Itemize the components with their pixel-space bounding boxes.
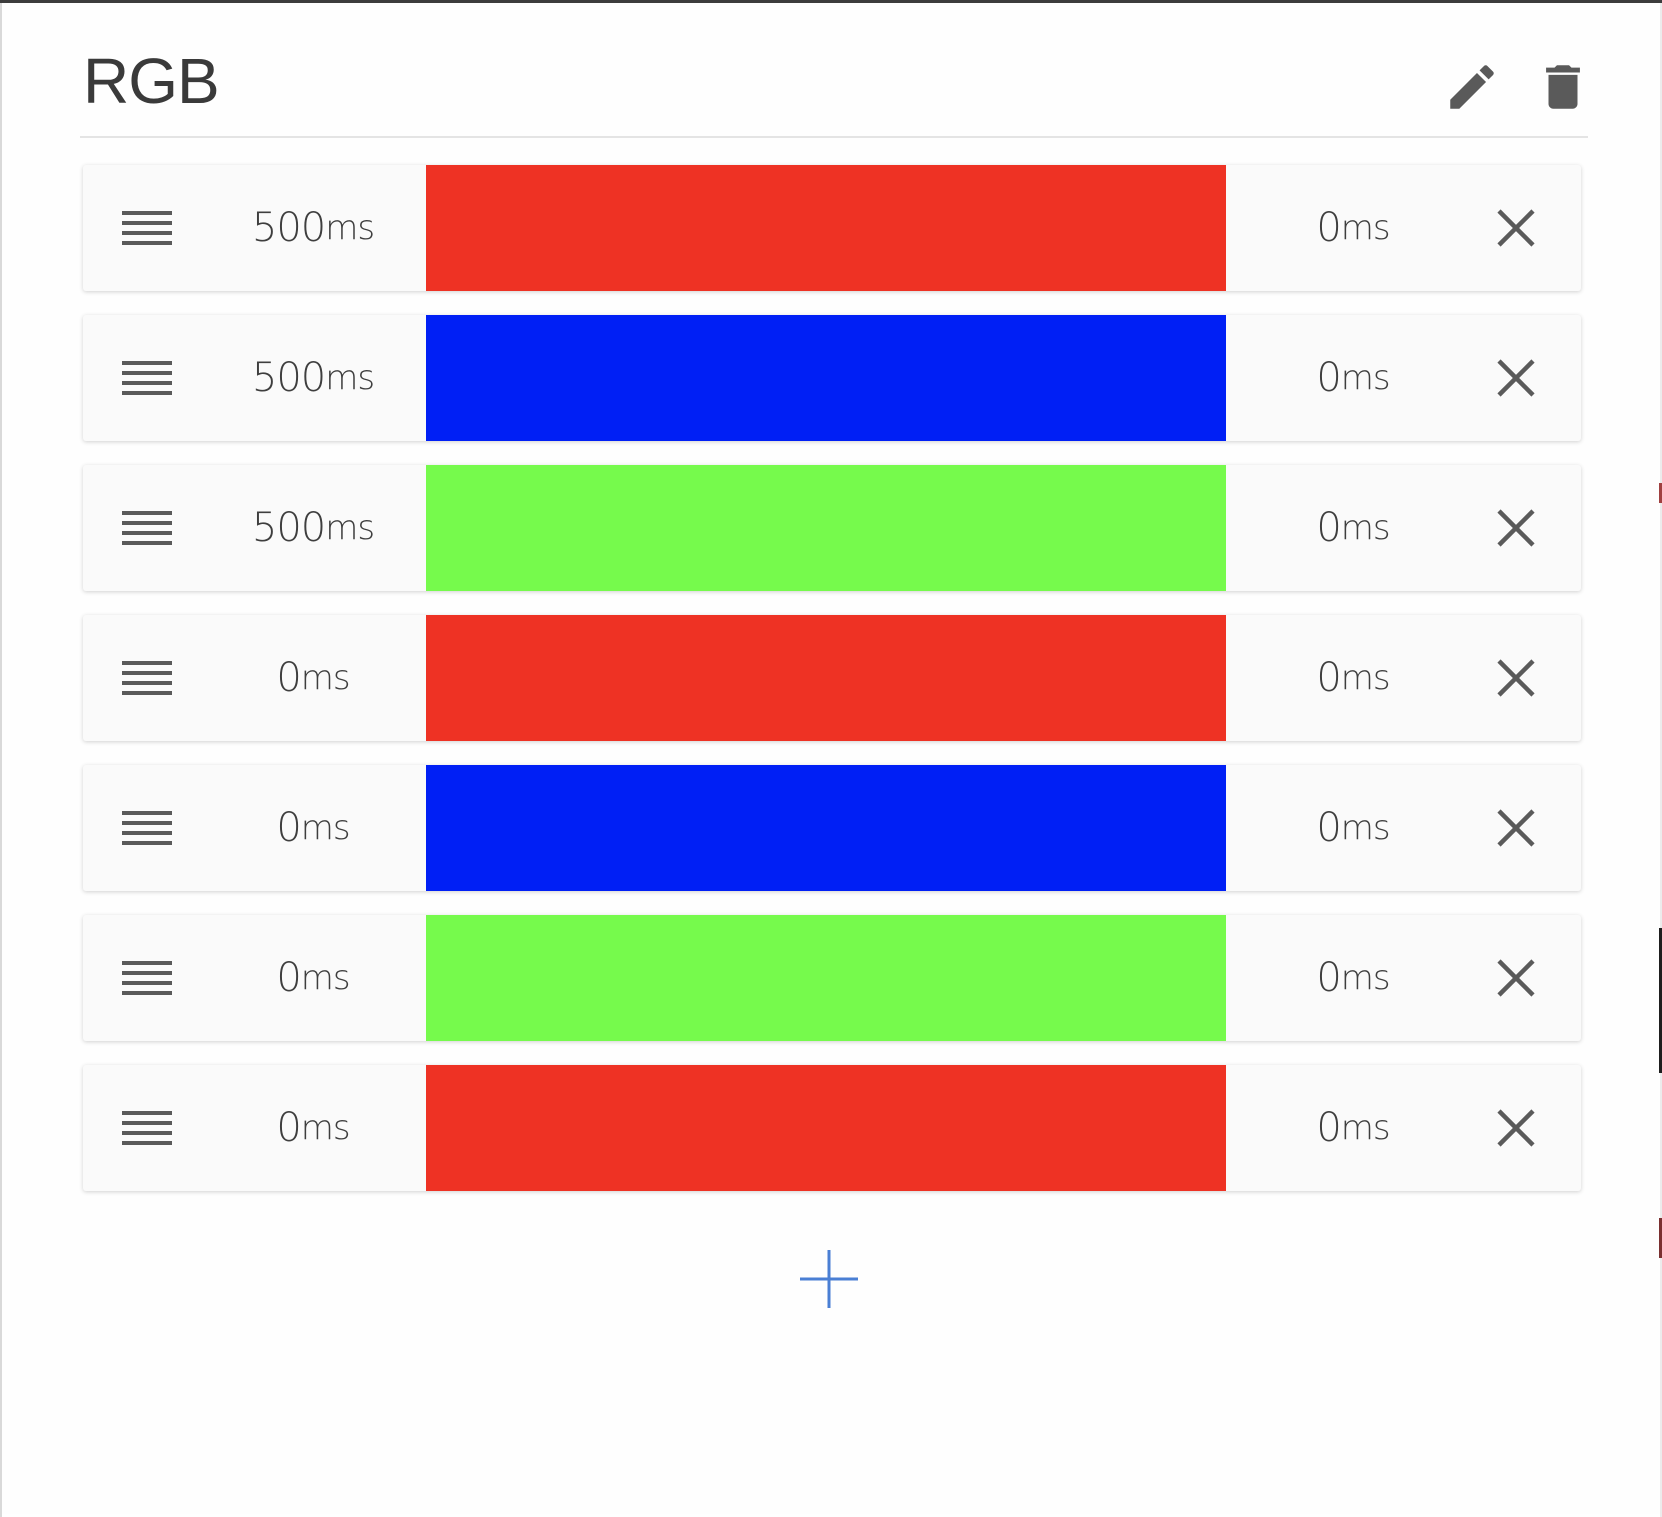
color-swatch[interactable] — [426, 765, 1226, 891]
fade-duration-field[interactable]: 500 ms — [213, 165, 413, 291]
fade-duration-unit: ms — [300, 958, 351, 998]
sequence-header: RGB — [80, 3, 1588, 138]
fade-duration-value: 500 — [251, 505, 326, 551]
fade-duration-field[interactable]: 500 ms — [213, 465, 413, 591]
color-swatch[interactable] — [426, 1065, 1226, 1191]
color-swatch[interactable] — [426, 165, 1226, 291]
remove-step-button[interactable] — [1488, 800, 1544, 856]
edit-button[interactable] — [1440, 55, 1504, 119]
hold-duration-value: 0 — [1316, 955, 1341, 1001]
fade-duration-field[interactable]: 500 ms — [213, 315, 413, 441]
hold-duration-value: 0 — [1316, 655, 1341, 701]
drag-handle-icon — [122, 961, 172, 995]
fade-duration-unit: ms — [300, 808, 351, 848]
close-icon — [1497, 1109, 1535, 1147]
drag-handle[interactable] — [121, 803, 173, 853]
drag-handle[interactable] — [121, 653, 173, 703]
hold-duration-unit: ms — [1340, 958, 1391, 998]
hold-duration-unit: ms — [1340, 1108, 1391, 1148]
step-row[interactable]: 0 ms 0 ms — [83, 765, 1581, 891]
color-swatch[interactable] — [426, 465, 1226, 591]
hold-duration-unit: ms — [1340, 658, 1391, 698]
hold-duration-value: 0 — [1316, 1105, 1341, 1151]
close-icon — [1497, 809, 1535, 847]
color-swatch[interactable] — [426, 315, 1226, 441]
hold-duration-unit: ms — [1340, 508, 1391, 548]
hold-duration-field[interactable]: 0 ms — [1253, 315, 1453, 441]
drag-handle[interactable] — [121, 503, 173, 553]
close-icon — [1497, 659, 1535, 697]
hold-duration-unit: ms — [1340, 808, 1391, 848]
drag-handle-icon — [122, 361, 172, 395]
fade-duration-value: 0 — [276, 805, 301, 851]
sequence-editor-panel: RGB 500 ms 0 ms 500 ms 0 ms 500 ms 0 ms … — [0, 0, 1662, 1517]
fade-duration-unit: ms — [325, 358, 375, 398]
step-row[interactable]: 0 ms 0 ms — [83, 915, 1581, 1041]
sequence-title: RGB — [83, 45, 220, 117]
fade-duration-value: 0 — [276, 655, 301, 701]
hold-duration-value: 0 — [1316, 805, 1341, 851]
hold-duration-value: 0 — [1316, 355, 1341, 401]
hold-duration-value: 0 — [1316, 205, 1341, 251]
hold-duration-field[interactable]: 0 ms — [1253, 915, 1453, 1041]
remove-step-button[interactable] — [1488, 500, 1544, 556]
step-row[interactable]: 0 ms 0 ms — [83, 615, 1581, 741]
color-swatch[interactable] — [426, 615, 1226, 741]
fade-duration-field[interactable]: 0 ms — [213, 765, 413, 891]
trash-icon — [1546, 65, 1580, 109]
pencil-icon — [1450, 65, 1494, 109]
hold-duration-field[interactable]: 0 ms — [1253, 615, 1453, 741]
step-row[interactable]: 500 ms 0 ms — [83, 465, 1581, 591]
close-icon — [1497, 359, 1535, 397]
drag-handle[interactable] — [121, 953, 173, 1003]
fade-duration-value: 500 — [251, 205, 326, 251]
drag-handle[interactable] — [121, 1103, 173, 1153]
delete-button[interactable] — [1531, 55, 1595, 119]
hold-duration-field[interactable]: 0 ms — [1253, 165, 1453, 291]
drag-handle-icon — [122, 1111, 172, 1145]
fade-duration-unit: ms — [300, 1108, 351, 1148]
hold-duration-field[interactable]: 0 ms — [1253, 465, 1453, 591]
fade-duration-value: 0 — [276, 955, 301, 1001]
fade-duration-field[interactable]: 0 ms — [213, 1065, 413, 1191]
add-step-button[interactable] — [796, 1246, 862, 1312]
drag-handle-icon — [122, 661, 172, 695]
panel-left-border — [0, 3, 2, 1517]
remove-step-button[interactable] — [1488, 950, 1544, 1006]
fade-duration-value: 500 — [251, 355, 326, 401]
step-row[interactable]: 500 ms 0 ms — [83, 165, 1581, 291]
remove-step-button[interactable] — [1488, 200, 1544, 256]
close-icon — [1497, 209, 1535, 247]
remove-step-button[interactable] — [1488, 650, 1544, 706]
fade-duration-field[interactable]: 0 ms — [213, 915, 413, 1041]
drag-handle[interactable] — [121, 353, 173, 403]
drag-handle-icon — [122, 211, 172, 245]
fade-duration-unit: ms — [325, 508, 375, 548]
close-icon — [1497, 959, 1535, 997]
step-row[interactable]: 0 ms 0 ms — [83, 1065, 1581, 1191]
remove-step-button[interactable] — [1488, 1100, 1544, 1156]
hold-duration-unit: ms — [1340, 358, 1391, 398]
drag-handle[interactable] — [121, 203, 173, 253]
fade-duration-field[interactable]: 0 ms — [213, 615, 413, 741]
drag-handle-icon — [122, 511, 172, 545]
fade-duration-unit: ms — [300, 658, 351, 698]
plus-icon — [800, 1250, 858, 1308]
color-swatch[interactable] — [426, 915, 1226, 1041]
step-row[interactable]: 500 ms 0 ms — [83, 315, 1581, 441]
hold-duration-value: 0 — [1316, 505, 1341, 551]
fade-duration-value: 0 — [276, 1105, 301, 1151]
remove-step-button[interactable] — [1488, 350, 1544, 406]
hold-duration-field[interactable]: 0 ms — [1253, 1065, 1453, 1191]
close-icon — [1497, 509, 1535, 547]
hold-duration-unit: ms — [1340, 208, 1391, 248]
fade-duration-unit: ms — [325, 208, 375, 248]
drag-handle-icon — [122, 811, 172, 845]
hold-duration-field[interactable]: 0 ms — [1253, 765, 1453, 891]
